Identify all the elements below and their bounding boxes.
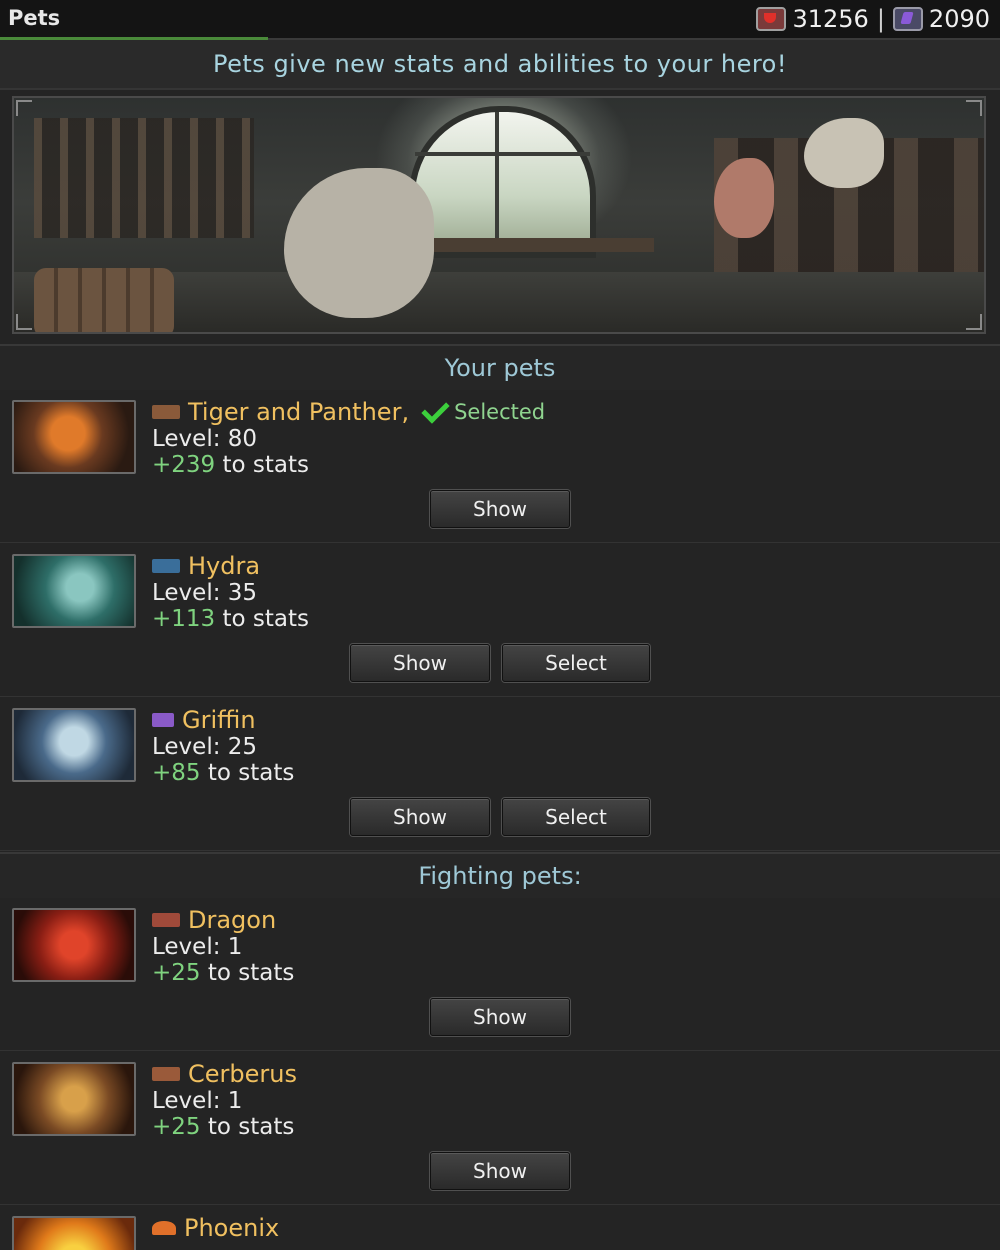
selected-label: Selected xyxy=(454,400,546,424)
stat-bonus: +25 xyxy=(152,1114,201,1140)
hydra-portrait[interactable] xyxy=(12,554,136,628)
stat-suffix: to stats xyxy=(200,960,295,986)
banner-corner xyxy=(16,100,32,116)
pet-level: Level: 1 xyxy=(152,934,243,960)
currency-separator: | xyxy=(876,5,885,33)
pet-level: Level: 1 xyxy=(152,1088,243,1114)
pet-rank-icon xyxy=(152,913,180,927)
stat-suffix: to stats xyxy=(200,760,295,786)
show-button[interactable]: Show xyxy=(430,998,570,1036)
pets-banner-image xyxy=(12,96,986,334)
pet-stats: +239 to stats xyxy=(152,452,309,478)
stat-bonus: +239 xyxy=(152,452,216,478)
white-beast-illustration xyxy=(284,168,434,318)
banner-corner xyxy=(966,100,982,116)
top-bar: Pets 31256 | 2090 xyxy=(0,0,1000,40)
pet-item-dragon: Dragon Level: 1 +25 to stats Show xyxy=(0,898,1000,1051)
show-button[interactable]: Show xyxy=(430,1152,570,1190)
currency-display: 31256 | 2090 xyxy=(756,5,990,33)
barrel-illustration xyxy=(34,268,174,332)
stat-bonus: +85 xyxy=(152,760,201,786)
tiger-portrait[interactable] xyxy=(12,400,136,474)
shield-currency-icon xyxy=(756,7,787,31)
pet-name: Tiger and Panther xyxy=(188,398,402,426)
stat-bonus: +25 xyxy=(152,960,201,986)
horse-head-illustration xyxy=(714,158,774,238)
table-illustration xyxy=(404,238,654,252)
pet-stats: +25 to stats xyxy=(152,1114,294,1140)
pet-level: Level: 35 xyxy=(152,580,258,606)
stat-suffix: to stats xyxy=(200,1114,295,1140)
purple-currency-value: 2090 xyxy=(928,5,990,33)
pet-stats: +25 to stats xyxy=(152,960,294,986)
stat-suffix: to stats xyxy=(215,452,309,478)
pet-rank-icon xyxy=(152,405,180,419)
pet-level: Level: 25 xyxy=(152,734,258,760)
show-button[interactable]: Show xyxy=(350,798,490,836)
selected-indicator: Selected xyxy=(421,394,546,424)
pet-name: Phoenix xyxy=(184,1214,280,1242)
wolf-head-illustration xyxy=(804,118,884,188)
pet-stats: +85 to stats xyxy=(152,760,294,786)
pet-name: Hydra xyxy=(188,552,261,580)
fighting-pets-header: Fighting pets: xyxy=(0,852,1000,898)
red-currency-value: 31256 xyxy=(792,5,869,33)
pet-item-phoenix: Phoenix xyxy=(0,1206,1000,1250)
pet-item-griffin: Griffin Level: 25 +85 to stats Show Sele… xyxy=(0,698,1000,851)
your-pets-header: Your pets xyxy=(0,344,1000,390)
pet-item-tiger-and-panther: Tiger and Panther, Selected Level: 80 +2… xyxy=(0,390,1000,543)
dragon-portrait[interactable] xyxy=(12,908,136,982)
cage-illustration xyxy=(34,118,254,238)
page-title: Pets xyxy=(8,6,61,30)
pet-stats: +113 to stats xyxy=(152,606,309,632)
checkmark-icon xyxy=(421,394,450,424)
pet-item-hydra: Hydra Level: 35 +113 to stats Show Selec… xyxy=(0,544,1000,697)
cerberus-portrait[interactable] xyxy=(12,1062,136,1136)
pet-name: Dragon xyxy=(188,906,277,934)
pet-name-comma: , xyxy=(401,398,410,426)
pet-rank-icon xyxy=(152,559,180,573)
page-subtitle: Pets give new stats and abilities to you… xyxy=(0,40,1000,90)
banner-corner xyxy=(966,314,982,330)
select-button[interactable]: Select xyxy=(502,644,650,682)
show-button[interactable]: Show xyxy=(350,644,490,682)
show-button[interactable]: Show xyxy=(430,490,570,528)
crystal-currency-icon xyxy=(892,7,923,31)
pet-rank-icon xyxy=(152,713,174,727)
stat-suffix: to stats xyxy=(215,606,309,632)
pet-item-cerberus: Cerberus Level: 1 +25 to stats Show xyxy=(0,1052,1000,1205)
pet-name: Griffin xyxy=(182,706,256,734)
pet-rank-icon xyxy=(152,1221,176,1235)
banner-corner xyxy=(16,314,32,330)
pet-level: Level: 80 xyxy=(152,426,258,452)
pet-name: Cerberus xyxy=(188,1060,297,1088)
phoenix-portrait[interactable] xyxy=(12,1216,136,1250)
stat-bonus: +113 xyxy=(152,606,216,632)
pet-rank-icon xyxy=(152,1067,180,1081)
select-button[interactable]: Select xyxy=(502,798,650,836)
griffin-portrait[interactable] xyxy=(12,708,136,782)
window-illustration xyxy=(409,106,596,258)
